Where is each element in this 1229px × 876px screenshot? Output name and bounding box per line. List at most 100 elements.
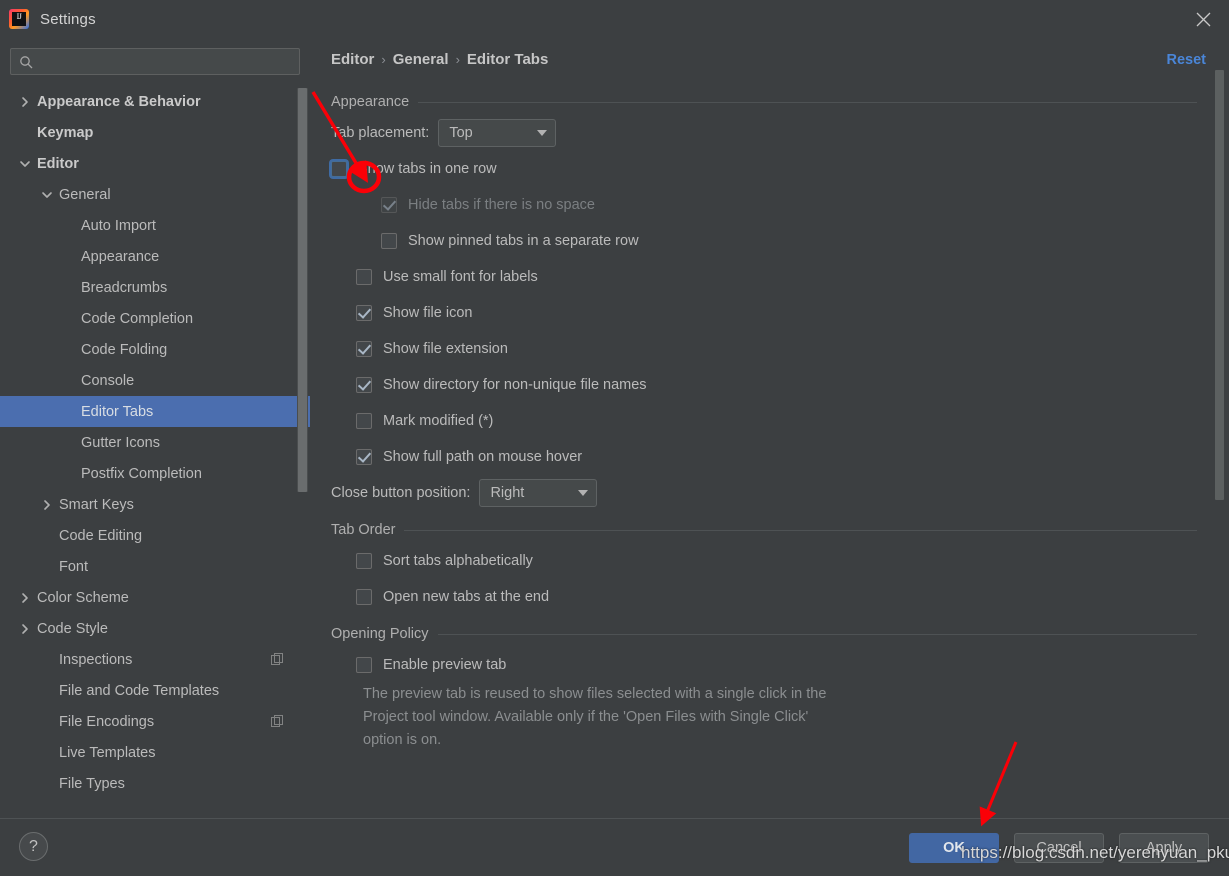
combo-row-close-button-position[interactable]: Close button position: Right [310,475,1229,511]
settings-sidebar: Appearance & Behavior Keymap Editor General… [0,38,310,818]
cancel-button[interactable]: Cancel [1014,833,1104,863]
group-header: Tab Order [310,517,1229,543]
dropdown-close-button-position[interactable]: Right [479,479,598,507]
sidebar-item-gutter-icons[interactable]: Gutter Icons [0,427,310,458]
sidebar-scrollbar-track[interactable] [297,88,308,492]
ok-button[interactable]: OK [909,833,999,863]
sidebar-item-label: Live Templates [59,744,156,761]
sidebar-item-appearance[interactable]: Appearance [0,241,310,272]
chevron-down-icon[interactable] [18,157,32,171]
group-title: Tab Order [331,522,396,538]
checkbox-sort-tabs-alphabetically[interactable] [356,553,372,569]
checkbox-show-file-icon[interactable] [356,305,372,321]
content-scrollbar-track[interactable] [1214,70,1225,500]
sidebar-item-appearance-behavior[interactable]: Appearance & Behavior [0,86,310,117]
sidebar-item-console[interactable]: Console [0,365,310,396]
copy-icon[interactable] [271,653,284,666]
checkbox-label: Show file extension [383,341,508,357]
sidebar-scrollbar-thumb[interactable] [298,88,307,492]
sidebar-item-label: Auto Import [81,217,156,234]
sidebar-item-label: Console [81,372,135,389]
group-title: Appearance [331,94,410,110]
checkbox-show-tabs-in-one-row[interactable] [331,161,347,177]
checkbox-row-show-directory-for-non-unique-file-names[interactable]: Show directory for non-unique file names [310,367,1229,403]
checkbox-row-hide-tabs-if-there-is-no-space[interactable]: Hide tabs if there is no space [310,187,1229,223]
checkbox-show-full-path-on-mouse-hover[interactable] [356,449,372,465]
checkbox-use-small-font-for-labels[interactable] [356,269,372,285]
sidebar-item-code-completion[interactable]: Code Completion [0,303,310,334]
sidebar-item-keymap[interactable]: Keymap [0,117,310,148]
checkbox-label: Open new tabs at the end [383,589,550,605]
sidebar-item-label: File Types [59,775,125,792]
content-scrollbar-thumb[interactable] [1215,70,1224,500]
chevron-right-icon[interactable] [18,95,32,109]
checkbox-enable-preview-tab[interactable] [356,657,372,673]
sidebar-item-inspections[interactable]: Inspections [0,644,310,675]
chevron-right-icon[interactable] [40,498,54,512]
sidebar-item-editor[interactable]: Editor [0,148,310,179]
dropdown-value: Right [490,485,525,501]
reset-link[interactable]: Reset [1167,52,1207,68]
chevron-down-icon[interactable] [40,188,54,202]
checkbox-row-sort-tabs-alphabetically[interactable]: Sort tabs alphabetically [310,543,1229,579]
checkbox-row-use-small-font-for-labels[interactable]: Use small font for labels [310,259,1229,295]
window-title: Settings [40,10,96,28]
chevron-down-icon[interactable] [529,130,555,136]
close-icon[interactable] [1177,0,1229,38]
chevron-right-icon[interactable] [18,591,32,605]
combo-row-tab-placement[interactable]: Tab placement: Top [310,115,1229,151]
search-box[interactable] [10,48,300,75]
checkbox-open-new-tabs-at-the-end[interactable] [356,589,372,605]
checkbox-row-show-file-extension[interactable]: Show file extension [310,331,1229,367]
checkbox-row-mark-modified[interactable]: Mark modified (*) [310,403,1229,439]
copy-icon[interactable] [271,715,284,728]
sidebar-item-label: Appearance [81,248,160,265]
sidebar-item-color-scheme[interactable]: Color Scheme [0,582,310,613]
checkbox-row-show-full-path-on-mouse-hover[interactable]: Show full path on mouse hover [310,439,1229,475]
checkbox-row-show-pinned-tabs-in-a-separate-row[interactable]: Show pinned tabs in a separate row [310,223,1229,259]
search-input[interactable] [33,54,299,69]
checkbox-label: Show directory for non-unique file names [383,377,647,393]
sidebar-item-label: Smart Keys [59,496,134,513]
sidebar-item-label: Color Scheme [37,589,129,606]
sidebar-item-live-templates[interactable]: Live Templates [0,737,310,768]
sidebar-item-postfix-completion[interactable]: Postfix Completion [0,458,310,489]
help-button[interactable]: ? [19,832,48,861]
checkbox-row-show-file-icon[interactable]: Show file icon [310,295,1229,331]
breadcrumb-item[interactable]: General [393,51,449,68]
sidebar-item-font[interactable]: Font [0,551,310,582]
sidebar-item-breadcrumbs[interactable]: Breadcrumbs [0,272,310,303]
checkbox-show-pinned-tabs-in-a-separate-row[interactable] [381,233,397,249]
checkbox-label: Enable preview tab [383,657,507,673]
checkbox-row-show-tabs-in-one-row[interactable]: Show tabs in one row [310,151,1229,187]
settings-content: Editor › General › Editor Tabs Reset Appeara… [310,38,1229,818]
sidebar-item-general[interactable]: General [0,179,310,210]
sidebar-item-file-encodings[interactable]: File Encodings [0,706,310,737]
sidebar-item-auto-import[interactable]: Auto Import [0,210,310,241]
checkbox-row-enable-preview-tab[interactable]: Enable preview tab [310,647,1229,683]
sidebar-item-code-folding[interactable]: Code Folding [0,334,310,365]
sidebar-item-editor-tabs[interactable]: Editor Tabs [0,396,310,427]
group-title: Opening Policy [331,626,429,642]
sidebar-item-file-and-code-templates[interactable]: File and Code Templates [0,675,310,706]
settings-group: Appearance Tab placement: Top Show tabs in … [310,89,1229,511]
checkbox-show-file-extension[interactable] [356,341,372,357]
sidebar-item-file-types[interactable]: File Types [0,768,310,799]
breadcrumb-item[interactable]: Editor [331,51,374,68]
checkbox-show-directory-for-non-unique-file-names[interactable] [356,377,372,393]
checkbox-hide-tabs-if-there-is-no-space[interactable] [381,197,397,213]
apply-button[interactable]: Apply [1119,833,1209,863]
dropdown-tab-placement[interactable]: Top [438,119,557,147]
sidebar-item-code-editing[interactable]: Code Editing [0,520,310,551]
sidebar-item-label: Code Editing [59,527,143,544]
chevron-down-icon[interactable] [570,490,596,496]
chevron-right-icon[interactable] [18,622,32,636]
sidebar-item-code-style[interactable]: Code Style [0,613,310,644]
sidebar-item-smart-keys[interactable]: Smart Keys [0,489,310,520]
sidebar-item-label: Font [59,558,89,575]
checkbox-mark-modified[interactable] [356,413,372,429]
checkbox-row-open-new-tabs-at-the-end[interactable]: Open new tabs at the end [310,579,1229,615]
sidebar-item-label: File Encodings [59,713,155,730]
breadcrumb-item[interactable]: Editor Tabs [467,51,548,68]
settings-tree: Appearance & Behavior Keymap Editor General… [0,86,310,818]
